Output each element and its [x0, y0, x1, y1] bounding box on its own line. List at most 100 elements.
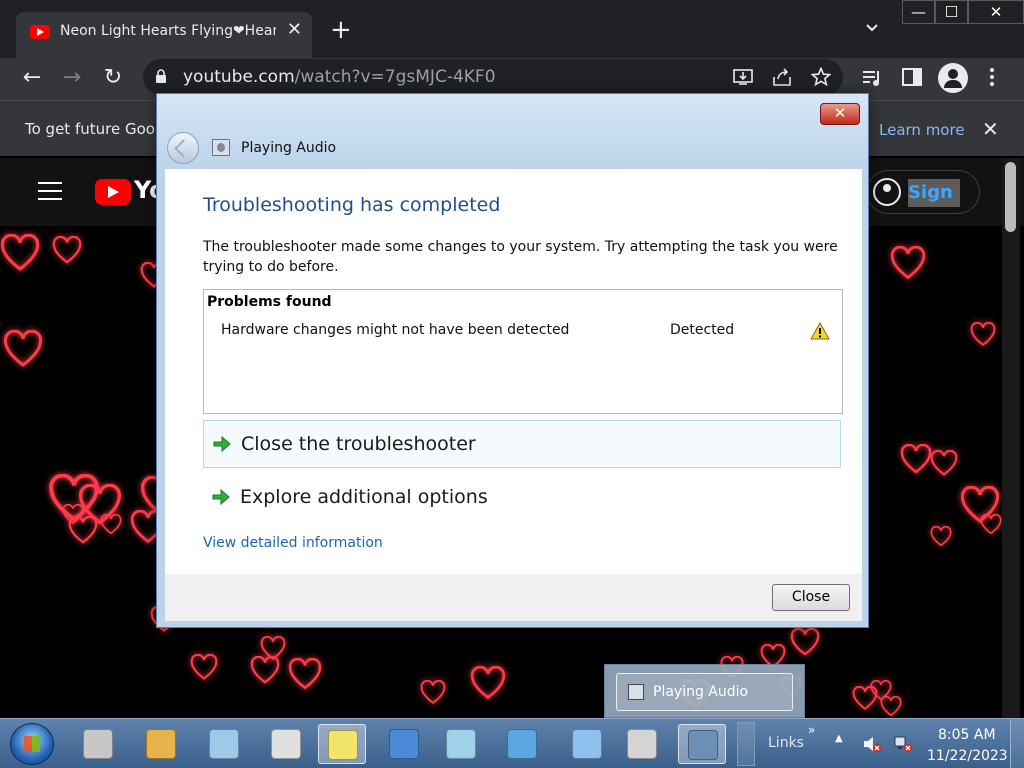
troubleshooter-app-icon [628, 684, 644, 700]
network-icon [507, 729, 537, 759]
sign-in-label: Sign in [908, 179, 960, 207]
fax-icon [83, 729, 113, 759]
youtube-logo-icon[interactable] [95, 179, 131, 205]
desktop-screen: Neon Light Hearts Flying❤Heart ✕ + — ☐ ✕… [0, 0, 1024, 768]
neon-heart-icon [930, 526, 952, 547]
url-text[interactable]: youtube.com/watch?v=7gsMJC-4KF0 [183, 67, 496, 87]
forward-icon[interactable]: → [59, 65, 85, 91]
back-arrow-icon[interactable] [167, 132, 199, 164]
troubleshooter-app-icon [212, 139, 230, 156]
taskbar-button-network[interactable] [498, 724, 546, 764]
profile-icon[interactable] [938, 63, 968, 93]
green-arrow-icon [213, 435, 231, 453]
url-host: youtube.com [183, 67, 295, 87]
media-control-icon[interactable] [861, 68, 883, 88]
page-scrollbar[interactable] [1002, 158, 1020, 718]
taskbar-scroll-button[interactable] [737, 722, 755, 766]
neon-heart-icon [980, 514, 1002, 535]
show-hidden-icons-icon[interactable]: ▲ [835, 733, 843, 744]
volume-muted-icon[interactable] [862, 735, 882, 753]
links-chevron-icon[interactable]: » [808, 723, 815, 737]
browser-tab[interactable]: Neon Light Hearts Flying❤Heart ✕ [16, 12, 312, 58]
neon-heart-icon [900, 444, 932, 474]
minimize-button[interactable]: — [902, 0, 935, 24]
learn-more-link[interactable]: Learn more [879, 121, 965, 139]
chrome-tab-strip: Neon Light Hearts Flying❤Heart ✕ + — ☐ ✕ [0, 0, 1024, 58]
menu-icon[interactable] [984, 67, 1000, 87]
problems-found-header: Problems found [207, 294, 332, 310]
info-bar-close-icon[interactable]: ✕ [982, 117, 999, 141]
paint-icon [146, 729, 176, 759]
problem-description: Hardware changes might not have been det… [221, 322, 570, 338]
install-icon[interactable] [733, 68, 753, 86]
bookmark-star-icon[interactable] [811, 67, 831, 87]
calculator-icon [209, 729, 239, 759]
close-button[interactable]: Close [772, 584, 850, 611]
youtube-favicon-icon [30, 25, 50, 39]
green-arrow-icon [212, 488, 230, 506]
new-tab-icon[interactable]: + [330, 16, 352, 44]
neon-heart-icon [190, 654, 218, 680]
links-toolbar-label[interactable]: Links [768, 735, 804, 751]
taskbar-popup-item[interactable]: Playing Audio [616, 673, 793, 711]
dialog-close-x-button[interactable]: ✕ [820, 103, 860, 125]
taskbar-button-troubleshooter[interactable] [678, 724, 726, 764]
window-controls: — ☐ ✕ [902, 0, 1024, 26]
taskbar-button-calculator[interactable] [200, 724, 248, 764]
scrollbar-thumb[interactable] [1005, 162, 1016, 232]
neon-heart-icon [470, 666, 506, 700]
tab-search-chevron-icon[interactable] [866, 22, 878, 34]
taskbar-button-fax[interactable] [74, 724, 122, 764]
share-icon[interactable] [772, 67, 792, 87]
reload-icon[interactable]: ↻ [100, 65, 126, 91]
hamburger-menu-icon[interactable] [38, 182, 62, 200]
dialog-footer: Close [165, 574, 862, 621]
neon-heart-icon [3, 330, 43, 367]
tab-close-icon[interactable]: ✕ [287, 20, 302, 40]
window-close-button[interactable]: ✕ [968, 0, 1024, 24]
lock-icon[interactable] [155, 69, 167, 83]
taskbar-button-send[interactable] [563, 724, 611, 764]
taskbar-button-remote-desktop[interactable] [380, 724, 428, 764]
taskbar-popup-label: Playing Audio [653, 684, 749, 700]
start-button[interactable] [10, 723, 54, 765]
explore-options-option[interactable]: Explore additional options [203, 474, 841, 522]
clock-date[interactable]: 11/22/2023 [927, 748, 1008, 764]
address-bar[interactable]: youtube.com/watch?v=7gsMJC-4KF0 [143, 59, 843, 95]
neon-heart-icon [890, 246, 926, 280]
neon-heart-icon [0, 234, 40, 271]
send-icon [572, 729, 602, 759]
taskbar-button-paint[interactable] [137, 724, 185, 764]
neon-heart-icon [880, 696, 902, 717]
troubleshooter-icon [688, 730, 718, 760]
problem-status: Detected [670, 322, 735, 338]
explore-options-label: Explore additional options [240, 486, 488, 508]
close-troubleshooter-option[interactable]: Close the troubleshooter [203, 420, 841, 468]
clock-time[interactable]: 8:05 AM [938, 727, 996, 743]
maximize-button[interactable]: ☐ [935, 0, 968, 24]
neon-heart-icon [790, 628, 820, 656]
sticky-notes-icon [328, 730, 358, 760]
neon-heart-icon [260, 636, 286, 660]
url-path: /watch?v=7gsMJC-4KF0 [294, 67, 496, 87]
show-desktop-button[interactable] [1010, 719, 1024, 768]
tab-title: Neon Light Hearts Flying❤Heart [60, 23, 276, 39]
taskbar-button-server[interactable] [618, 724, 666, 764]
view-detailed-information-link[interactable]: View detailed information [203, 535, 383, 551]
neon-heart-icon [288, 658, 322, 690]
taskbar-button-snipping-tool[interactable] [262, 724, 310, 764]
documents-icon [446, 729, 476, 759]
snipping-tool-icon [271, 729, 301, 759]
dialog-title: Playing Audio [241, 140, 337, 156]
back-icon[interactable]: ← [19, 65, 45, 91]
sign-in-button[interactable]: Sign in [866, 170, 980, 214]
network-error-icon[interactable] [893, 735, 913, 753]
remote-desktop-icon [389, 729, 419, 759]
account-icon [873, 178, 901, 206]
dialog-titlebar: ✕ Playing Audio [157, 94, 868, 169]
neon-heart-icon [100, 514, 122, 535]
server-icon [627, 729, 657, 759]
taskbar-button-documents[interactable] [437, 724, 485, 764]
side-panel-icon[interactable] [902, 67, 922, 87]
taskbar-button-sticky-notes[interactable] [318, 724, 366, 764]
